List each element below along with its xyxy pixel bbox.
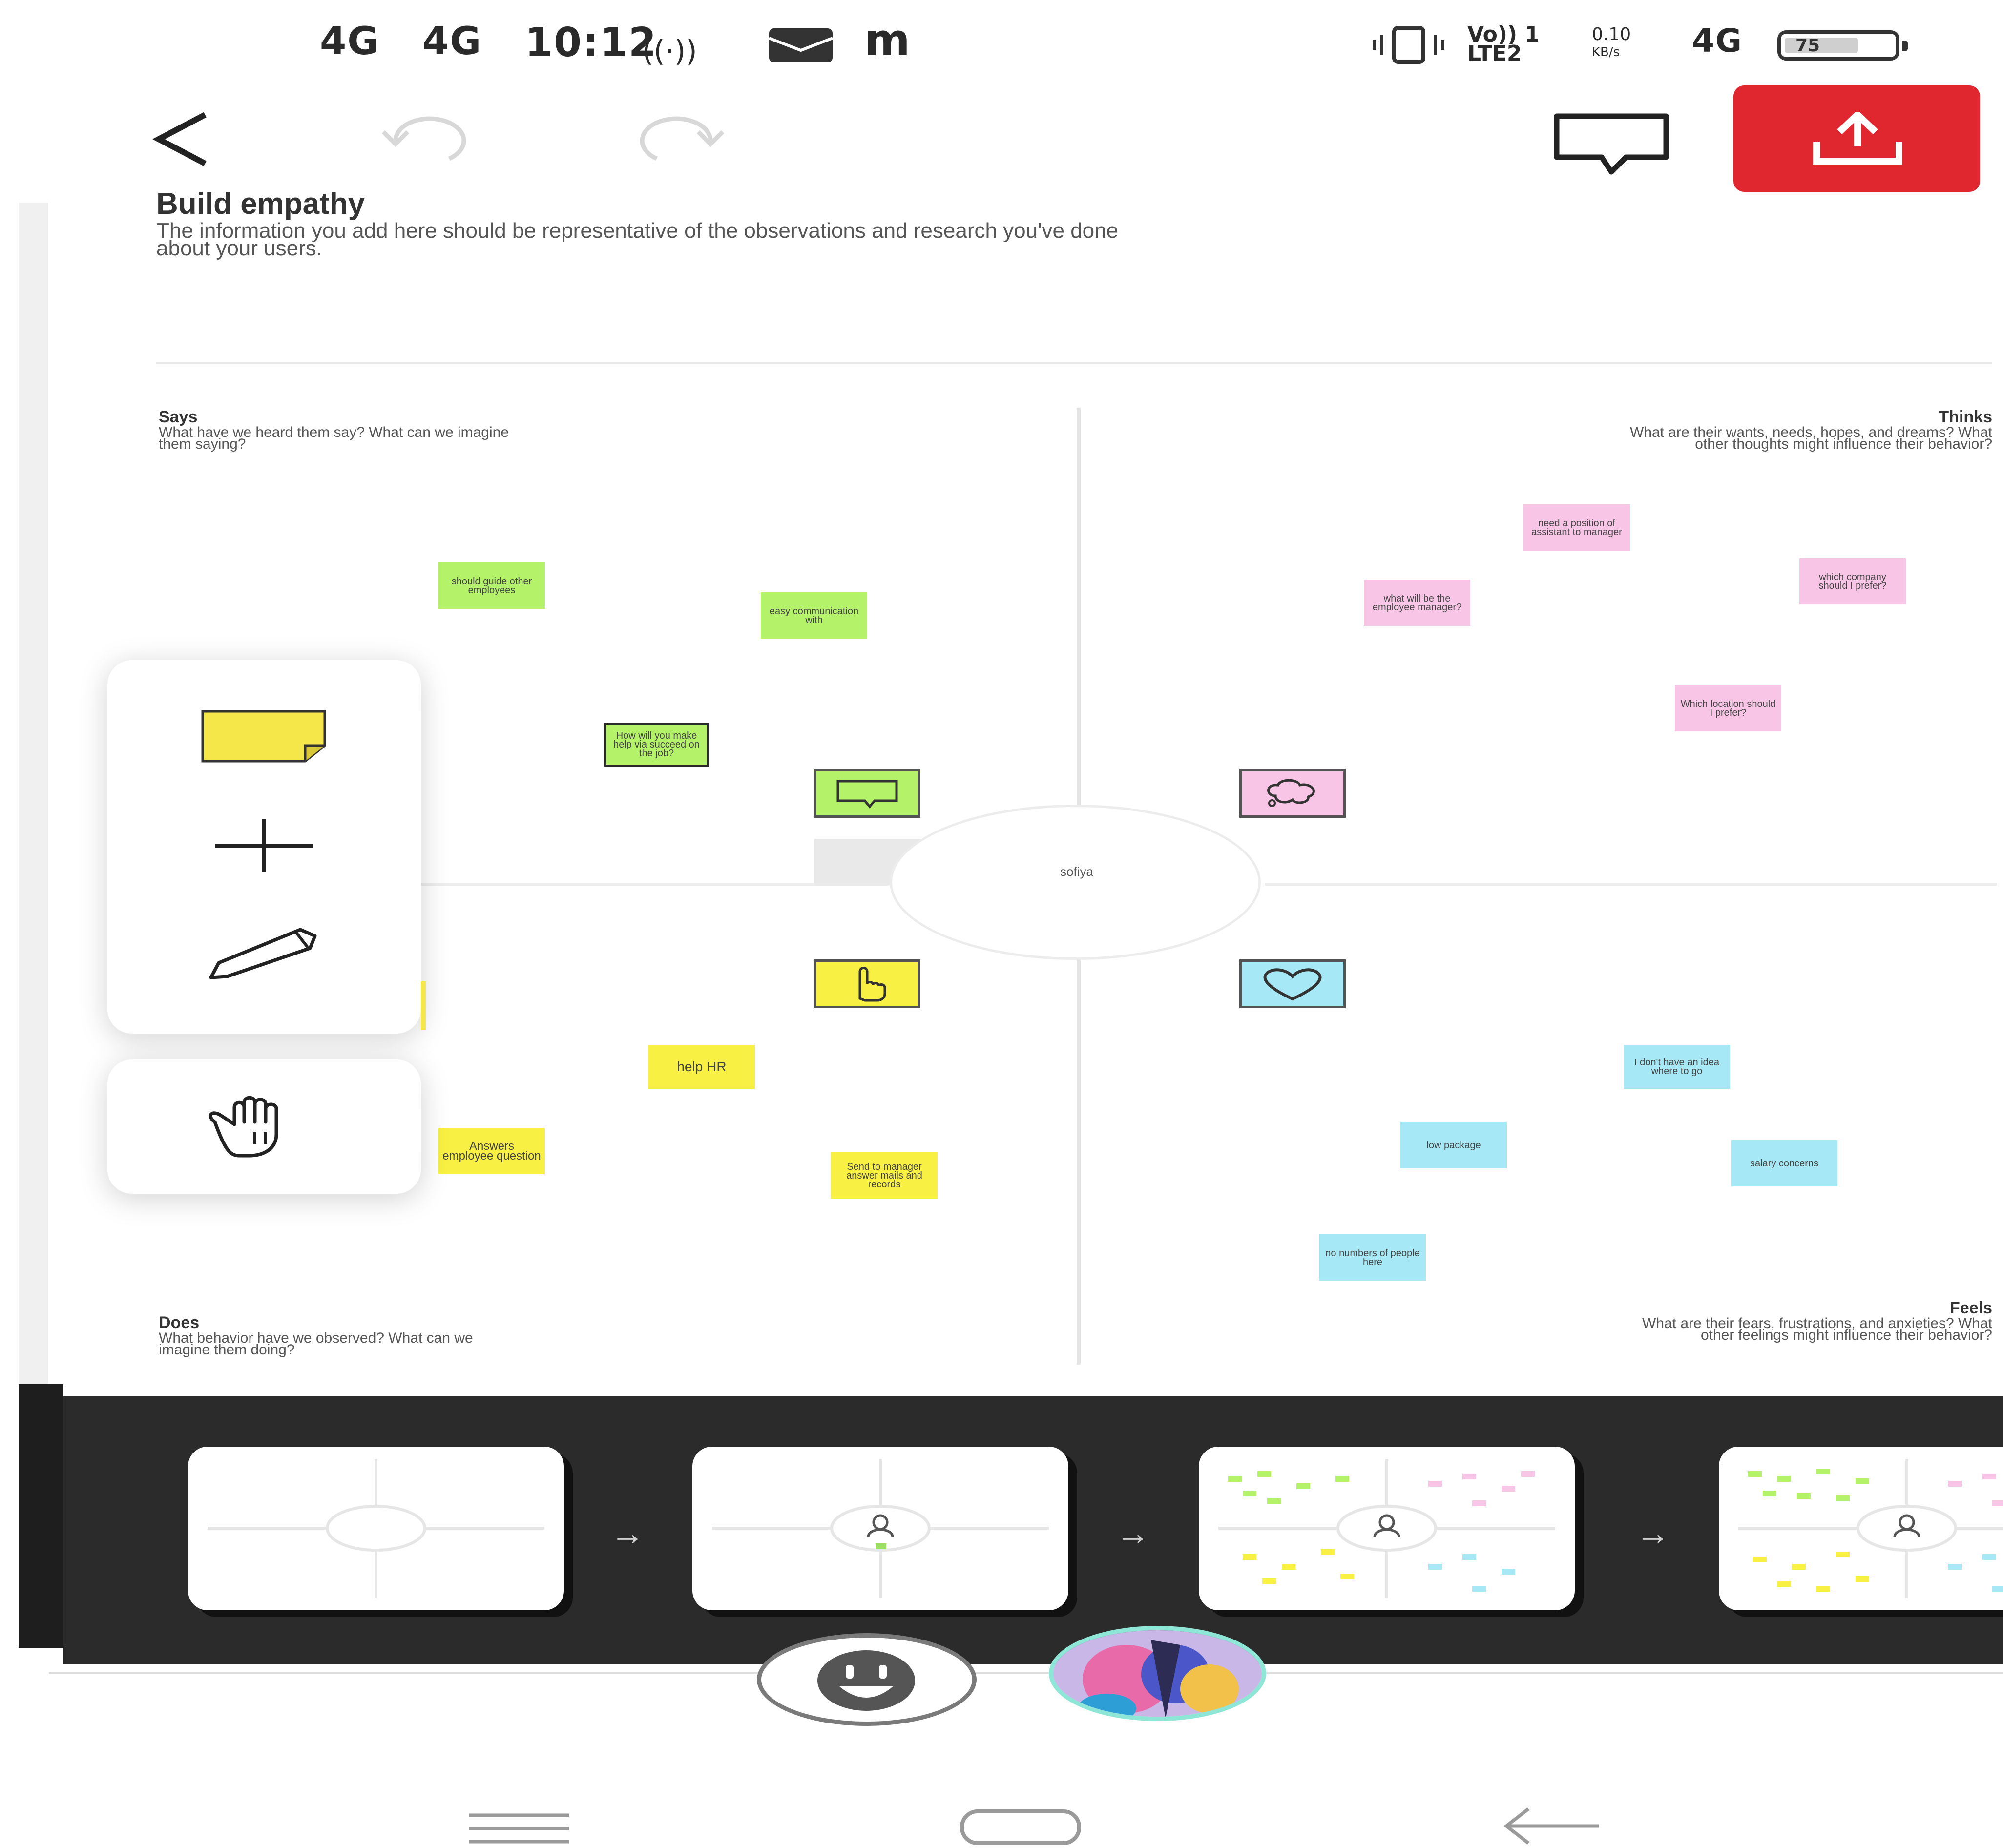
undo-icon (381, 116, 466, 161)
thinks-icon-tile (1239, 769, 1346, 818)
thought-bubble-icon (1267, 779, 1315, 807)
vibrate-icon (1372, 25, 1445, 67)
sticky-note[interactable]: Which location should I prefer? (1675, 685, 1781, 731)
sticky-note-icon (201, 710, 326, 763)
network-indicator-3: 4G (1692, 22, 1743, 60)
note-peek (421, 981, 426, 1030)
step-arrow: → (1636, 1514, 1670, 1552)
speed-unit: KB/s (1592, 45, 1620, 60)
undo-button[interactable] (376, 112, 479, 168)
step-arrow: → (610, 1514, 645, 1552)
pan-tool[interactable] (186, 1083, 342, 1171)
strip-edge (19, 1384, 63, 1648)
board-description: The information you add here should be r… (156, 219, 1119, 260)
redo-icon (640, 116, 725, 161)
persona-name: sofiya (1060, 864, 1093, 879)
network-indicator-2: 4G (422, 20, 482, 63)
template-step-4[interactable] (1719, 1447, 2003, 1610)
step-arrow: → (1116, 1514, 1150, 1552)
sticky-note[interactable]: need a position of assistant to manager (1523, 504, 1630, 551)
pan-tool-panel (107, 1059, 421, 1194)
pen-tool[interactable] (186, 909, 342, 997)
comment-button[interactable] (1553, 112, 1670, 178)
plus-icon (215, 819, 313, 872)
home-icon (960, 1809, 1081, 1845)
template-step-1[interactable] (188, 1447, 564, 1610)
pointer-hand-icon (858, 967, 886, 1002)
back-arrow-icon (1503, 1807, 1599, 1845)
divider (49, 1672, 2003, 1674)
email-icon (768, 28, 834, 65)
sticky-note[interactable]: Answers employee question (438, 1128, 545, 1174)
persona-circle[interactable] (890, 805, 1261, 960)
system-nav-bar (0, 1775, 2003, 1845)
reaction-button[interactable] (757, 1633, 977, 1726)
horizontal-axis-right (1265, 883, 1997, 886)
sticky-note[interactable]: should guide other employees (438, 562, 545, 609)
network-indicator-1: 4G (320, 20, 380, 63)
heart-icon (1263, 968, 1322, 1000)
hand-icon (209, 1096, 278, 1158)
back-button[interactable] (146, 110, 220, 171)
home-button[interactable] (960, 1809, 1082, 1848)
feels-subtitle: What are their fears, frustrations, and … (1642, 1315, 1992, 1343)
status-bar: 4G 4G 10:12 ((·)) m Vo)) 1 LTE2 0.10 KB/… (0, 0, 2003, 83)
says-header: Says What have we heard them say? What c… (159, 408, 598, 452)
template-step-2[interactable] (692, 1447, 1068, 1610)
does-subtitle: What behavior have we observed? What can… (159, 1330, 473, 1358)
share-button[interactable] (1733, 85, 1980, 192)
status-time: 10:12 (525, 20, 658, 66)
sticky-note[interactable]: I don't have an idea where to go (1624, 1045, 1730, 1089)
board-title: Build empathy (156, 187, 365, 221)
speed-value: 0.10 (1592, 24, 1631, 44)
does-header: Does What behavior have we observed? Wha… (159, 1313, 598, 1358)
menu-icon (469, 1813, 569, 1844)
menu-button[interactable] (466, 1811, 571, 1848)
template-step-3[interactable] (1199, 1447, 1575, 1610)
thinks-header: Thinks What are their wants, needs, hope… (1611, 408, 1992, 452)
upload-icon (1813, 112, 1902, 165)
battery-level: 75 (1795, 36, 1820, 56)
pencil-icon (209, 928, 317, 979)
user-avatar[interactable] (1049, 1626, 1266, 1721)
smiley-icon (817, 1650, 915, 1711)
tool-panel (107, 660, 421, 1034)
sticky-note[interactable]: easy communication with (761, 592, 867, 639)
battery-icon: 75 (1777, 30, 1908, 61)
sticky-note[interactable]: which company should I prefer? (1799, 558, 1906, 604)
sticky-note[interactable]: no numbers of people here (1319, 1234, 1426, 1281)
sticky-note[interactable]: what will be the employee manager? (1364, 580, 1470, 626)
sticky-note[interactable]: low package (1400, 1122, 1507, 1168)
app-notification: m (864, 15, 911, 66)
feels-icon-tile (1239, 959, 1346, 1008)
does-icon-tile (814, 959, 920, 1008)
sticky-note[interactable]: Send to manager answer mails and records (831, 1152, 938, 1199)
says-subtitle: What have we heard them say? What can we… (159, 424, 509, 452)
sticky-note-selected[interactable]: How will you make help via succeed on th… (604, 723, 709, 767)
hotspot-icon: ((·)) (642, 27, 740, 73)
canvas-edge (19, 203, 48, 1404)
says-icon-tile (814, 769, 920, 818)
add-tool[interactable] (186, 802, 342, 890)
svg-text:((·)): ((·)) (642, 34, 697, 68)
sticky-note-tool[interactable] (186, 692, 342, 780)
feels-header: Feels What are their fears, frustrations… (1611, 1299, 1992, 1343)
sticky-note[interactable]: help HR (648, 1045, 755, 1089)
sticky-note[interactable]: salary concerns (1731, 1140, 1837, 1186)
lte-indicator: LTE2 (1467, 41, 1522, 66)
divider (156, 362, 1992, 364)
comment-icon (1554, 113, 1669, 175)
redo-button[interactable] (627, 112, 730, 168)
system-back-button[interactable] (1499, 1806, 1602, 1848)
speech-bubble-icon (836, 780, 898, 809)
thinks-subtitle: What are their wants, needs, hopes, and … (1629, 424, 1992, 452)
chevron-left-icon (152, 112, 207, 166)
